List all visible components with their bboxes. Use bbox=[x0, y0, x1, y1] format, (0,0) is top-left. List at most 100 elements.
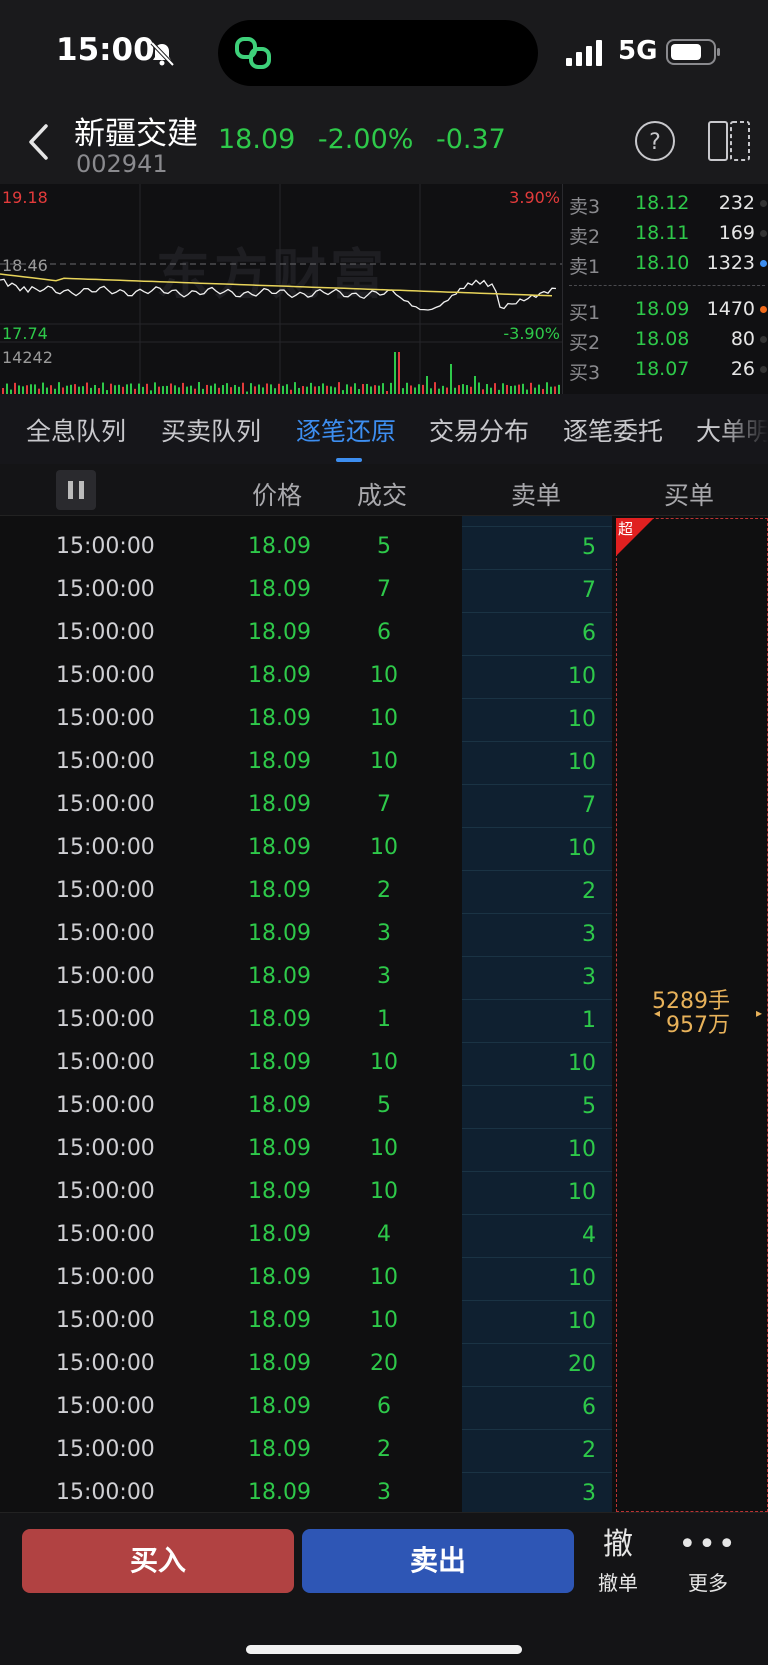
trade-time: 15:00:00 bbox=[56, 1093, 155, 1118]
trade-time: 15:00:00 bbox=[56, 1050, 155, 1075]
trade-time: 15:00:00 bbox=[56, 663, 155, 688]
battery-icon bbox=[666, 39, 720, 65]
help-icon[interactable]: ? bbox=[634, 120, 676, 162]
tab-bid-ask-queue[interactable]: 买卖队列 bbox=[161, 412, 261, 448]
tab-full-queue[interactable]: 全息队列 bbox=[26, 412, 126, 448]
volume-bar bbox=[418, 384, 420, 394]
sell-cell: 1 bbox=[462, 999, 612, 1038]
volume-bar bbox=[130, 383, 132, 394]
volume-bar bbox=[554, 386, 556, 394]
sell-cell: 6 bbox=[462, 612, 612, 651]
sell-volume: 6 bbox=[582, 1395, 596, 1420]
tab-tick-restore[interactable]: 逐笔还原 bbox=[296, 412, 396, 448]
bid-volume: 26 bbox=[730, 358, 755, 380]
sell-volume: 10 bbox=[568, 750, 596, 775]
trade-price: 18.09 bbox=[248, 1394, 311, 1419]
sell-cell: 6 bbox=[462, 1386, 612, 1425]
layout-switch-icon[interactable] bbox=[706, 118, 752, 164]
volume-bar bbox=[382, 383, 384, 394]
trade-price: 18.09 bbox=[248, 1050, 311, 1075]
sell-volume: 10 bbox=[568, 1137, 596, 1162]
volume-bar bbox=[118, 384, 120, 394]
volume-bar bbox=[354, 383, 356, 394]
sell-volume: 4 bbox=[582, 1223, 596, 1248]
bid-dot bbox=[760, 336, 767, 343]
sell-volume: 10 bbox=[568, 664, 596, 689]
volume-bar bbox=[282, 385, 284, 394]
more-button[interactable]: ••• 更多 bbox=[676, 1527, 740, 1599]
volume-bar bbox=[302, 386, 304, 394]
ask-volume: 232 bbox=[718, 192, 755, 214]
average-price-line bbox=[0, 273, 553, 297]
chart-pct-up-label: 3.90% bbox=[509, 188, 560, 207]
volume-bar bbox=[434, 382, 436, 394]
trade-price: 18.09 bbox=[248, 1351, 311, 1376]
volume-bar bbox=[458, 385, 460, 394]
ask-price: 18.12 bbox=[635, 192, 690, 214]
volume-bar bbox=[126, 384, 128, 394]
bottom-bar: 买入 卖出 撤 撤单 ••• 更多 bbox=[0, 1512, 768, 1665]
volume-bar bbox=[26, 385, 28, 394]
trade-time: 15:00:00 bbox=[56, 1179, 155, 1204]
col-volume: 成交 bbox=[357, 481, 408, 510]
trade-time: 15:00:00 bbox=[56, 1437, 155, 1462]
trade-price: 18.09 bbox=[248, 1308, 311, 1333]
bid-volume: 1470 bbox=[706, 298, 755, 320]
col-sell: 卖单 bbox=[511, 481, 562, 510]
volume-bar bbox=[450, 364, 452, 394]
more-label: 更多 bbox=[688, 1571, 728, 1595]
sell-volume: 10 bbox=[568, 1266, 596, 1291]
volume-bar bbox=[18, 385, 20, 394]
volume-bar bbox=[350, 386, 352, 394]
trade-time: 15:00:00 bbox=[56, 1136, 155, 1161]
sell-volume: 10 bbox=[568, 1180, 596, 1205]
sell-volume: 7 bbox=[582, 793, 596, 818]
sell-volume: 1 bbox=[582, 1008, 596, 1033]
volume-bar bbox=[478, 382, 480, 394]
trade-volume: 5 bbox=[377, 1093, 391, 1118]
chart-pct-down-label: -3.90% bbox=[503, 324, 560, 343]
volume-bar bbox=[146, 383, 148, 394]
volume-bar bbox=[242, 382, 244, 394]
arrow-right-icon: ▸ bbox=[756, 1006, 763, 1020]
trade-time: 15:00:00 bbox=[56, 577, 155, 602]
volume-bar bbox=[42, 382, 44, 394]
big-order-summary[interactable]: 5289手 957万 bbox=[652, 990, 730, 1038]
trade-time: 15:00:00 bbox=[56, 1351, 155, 1376]
trade-price: 18.09 bbox=[248, 1007, 311, 1032]
trade-volume: 10 bbox=[370, 663, 398, 688]
volume-bar bbox=[258, 384, 260, 394]
price-line bbox=[0, 278, 557, 311]
ask-volume: 169 bbox=[718, 222, 755, 244]
ask-volume: 1323 bbox=[706, 252, 755, 274]
volume-bar bbox=[514, 385, 516, 394]
back-icon[interactable] bbox=[26, 122, 52, 162]
status-time: 15:00 bbox=[56, 32, 155, 68]
cancel-order-button[interactable]: 撤 撤单 bbox=[586, 1527, 650, 1599]
trade-volume: 10 bbox=[370, 1050, 398, 1075]
pause-button[interactable] bbox=[56, 470, 96, 510]
sell-volume: 10 bbox=[568, 836, 596, 861]
tab-tick-orders[interactable]: 逐笔委托 bbox=[563, 412, 663, 448]
sell-volume: 5 bbox=[582, 1094, 596, 1119]
sell-cell: 5 bbox=[462, 1085, 612, 1124]
volume-bar bbox=[186, 386, 188, 394]
buy-button[interactable]: 买入 bbox=[22, 1529, 294, 1593]
intraday-chart[interactable]: 东方财富 19.18 18.46 17.74 3.90% -3.90% 1424… bbox=[0, 184, 562, 394]
tab-trade-distribution[interactable]: 交易分布 bbox=[429, 412, 529, 448]
sell-volume: 3 bbox=[582, 1481, 596, 1506]
volume-bar bbox=[154, 382, 156, 394]
volume-bar bbox=[394, 352, 396, 394]
sell-button[interactable]: 卖出 bbox=[302, 1529, 574, 1593]
sell-cell: 3 bbox=[462, 913, 612, 952]
trade-price: 18.09 bbox=[248, 1093, 311, 1118]
volume-bar bbox=[338, 382, 340, 394]
volume-bar bbox=[122, 386, 124, 394]
trade-price: 18.09 bbox=[248, 1265, 311, 1290]
trade-table[interactable]: 15:00:00 18.09 5 5 15:00:00 18.09 7 7 15:00:00 18… bbox=[0, 516, 768, 1512]
chart-prev-close-label: 18.46 bbox=[2, 256, 48, 275]
bid-label: 买2 bbox=[569, 332, 601, 354]
volume-bar bbox=[550, 386, 552, 394]
bid-dot bbox=[760, 306, 767, 313]
tabs-fade bbox=[720, 394, 768, 464]
